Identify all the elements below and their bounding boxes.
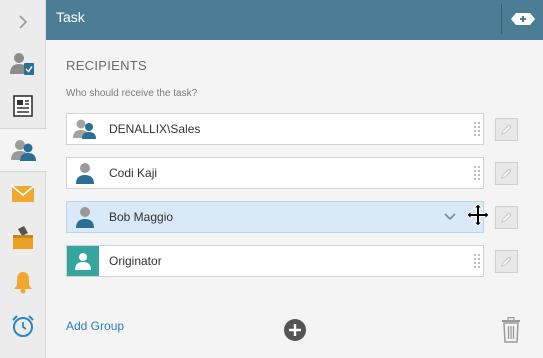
- originator-icon: [75, 253, 91, 270]
- drag-handle-icon[interactable]: [474, 122, 480, 136]
- originator-avatar: [67, 246, 99, 276]
- add-tag-icon: [511, 13, 535, 25]
- sidebar-item-user-task[interactable]: [0, 42, 46, 86]
- sidebar: [0, 0, 47, 358]
- drag-handle-icon[interactable]: [474, 166, 480, 180]
- document-icon: [13, 95, 33, 117]
- recipient-row-selected[interactable]: Bob Maggio: [66, 201, 484, 233]
- collapse-button[interactable]: [0, 0, 46, 44]
- add-recipient-button[interactable]: [283, 318, 307, 342]
- chevron-right-icon: [19, 15, 28, 29]
- users-icon: [10, 140, 36, 161]
- edit-recipient-button[interactable]: [495, 162, 518, 185]
- pencil-icon: [501, 124, 512, 135]
- edit-recipient-button[interactable]: [495, 206, 518, 229]
- header-title: Task: [56, 9, 85, 25]
- recipient-row[interactable]: DENALLIX\Sales: [66, 113, 484, 145]
- recipient-row[interactable]: Originator: [66, 245, 484, 277]
- drag-handle-icon[interactable]: [474, 254, 480, 268]
- sidebar-item-recipients[interactable]: [0, 128, 47, 172]
- envelope-icon: [11, 185, 35, 202]
- recipient-label: DENALLIX\Sales: [109, 122, 201, 136]
- sidebar-item-email[interactable]: [0, 172, 46, 216]
- sidebar-item-notifications[interactable]: [0, 260, 46, 304]
- alarm-clock-icon: [12, 315, 34, 337]
- trash-icon[interactable]: [501, 317, 521, 343]
- pencil-icon: [501, 212, 512, 223]
- user-task-icon: [10, 53, 34, 75]
- pencil-icon: [501, 256, 512, 267]
- recipient-label: Bob Maggio: [109, 210, 174, 224]
- pencil-icon: [501, 168, 512, 179]
- recipients-title: RECIPIENTS: [66, 58, 148, 73]
- header-add-button[interactable]: [507, 8, 539, 30]
- header-divider: [501, 4, 502, 34]
- edit-recipient-button[interactable]: [495, 118, 518, 141]
- move-cursor-icon: [466, 203, 490, 227]
- chevron-down-icon[interactable]: [443, 209, 457, 223]
- sidebar-item-reminder[interactable]: [0, 304, 46, 348]
- inbox-icon: [13, 226, 33, 249]
- recipient-row[interactable]: Codi Kaji: [66, 157, 484, 189]
- edit-recipient-button[interactable]: [495, 250, 518, 273]
- task-header: Task: [46, 0, 543, 40]
- add-group-link[interactable]: Add Group: [66, 319, 124, 333]
- sidebar-item-inbox[interactable]: [0, 216, 46, 260]
- group-icon: [73, 119, 96, 139]
- recipient-label: Originator: [109, 254, 162, 268]
- bell-icon: [14, 272, 32, 294]
- sidebar-item-document[interactable]: [0, 84, 46, 128]
- user-icon: [76, 163, 94, 184]
- user-icon: [76, 207, 94, 228]
- recipient-label: Codi Kaji: [109, 166, 158, 180]
- recipients-subtitle: Who should receive the task?: [66, 88, 198, 99]
